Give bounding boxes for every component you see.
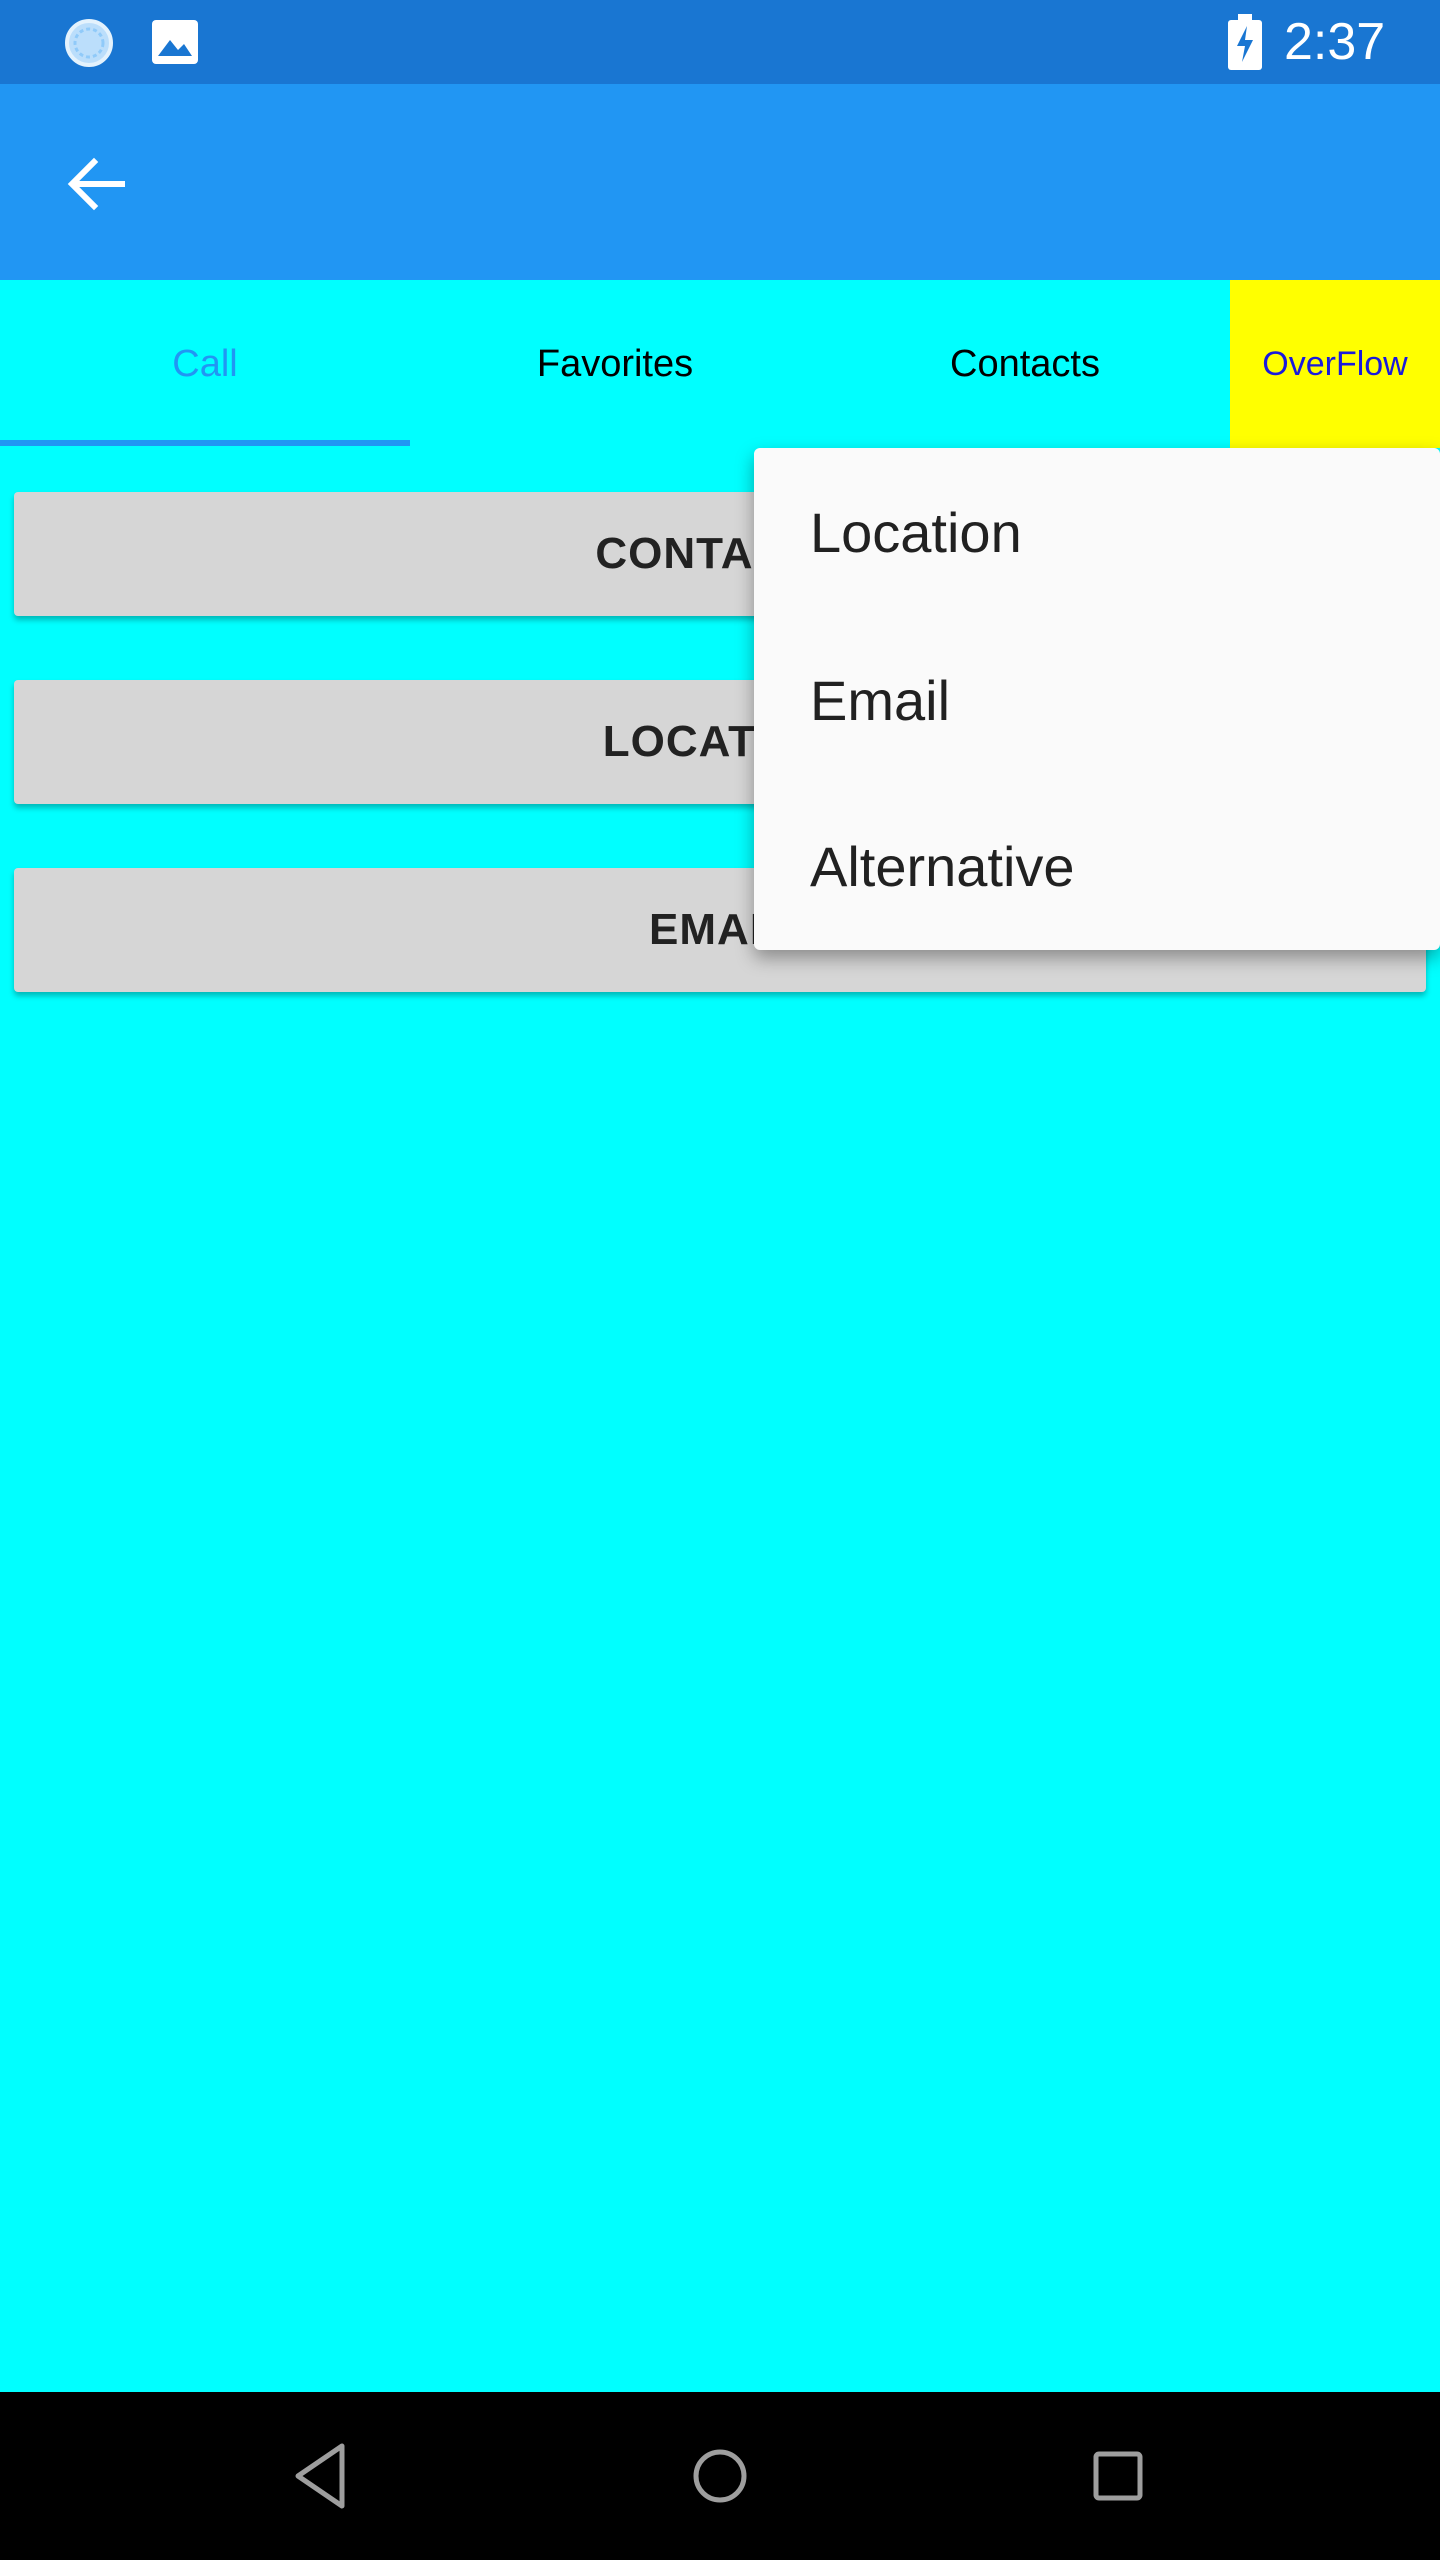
overflow-popup-menu: Location Email Alternative bbox=[754, 448, 1440, 950]
app-bar bbox=[0, 84, 1440, 280]
status-time: 2:37 bbox=[1284, 13, 1386, 71]
home-circle-icon[interactable] bbox=[680, 2436, 760, 2516]
sync-icon bbox=[65, 19, 113, 67]
back-triangle-icon[interactable] bbox=[282, 2436, 362, 2516]
back-button[interactable] bbox=[56, 144, 136, 224]
menu-item-location[interactable]: Location bbox=[754, 448, 1440, 616]
recents-square-icon[interactable] bbox=[1078, 2436, 1158, 2516]
menu-item-alternative[interactable]: Alternative bbox=[754, 782, 1440, 950]
status-bar: 2:37 bbox=[0, 0, 1440, 84]
navigation-bar bbox=[0, 2392, 1440, 2560]
tab-bar: Call Favorites Contacts OverFlow bbox=[0, 280, 1440, 448]
arrow-left-icon bbox=[67, 157, 125, 211]
battery-charging-icon bbox=[1228, 14, 1262, 70]
tab-favorites[interactable]: Favorites bbox=[410, 280, 820, 448]
tab-overflow[interactable]: OverFlow bbox=[1230, 280, 1440, 448]
tab-call[interactable]: Call bbox=[0, 280, 410, 448]
menu-item-email[interactable]: Email bbox=[754, 616, 1440, 784]
image-notification-icon bbox=[152, 20, 198, 64]
selected-tab-indicator bbox=[0, 440, 410, 446]
tab-contacts[interactable]: Contacts bbox=[820, 280, 1230, 448]
